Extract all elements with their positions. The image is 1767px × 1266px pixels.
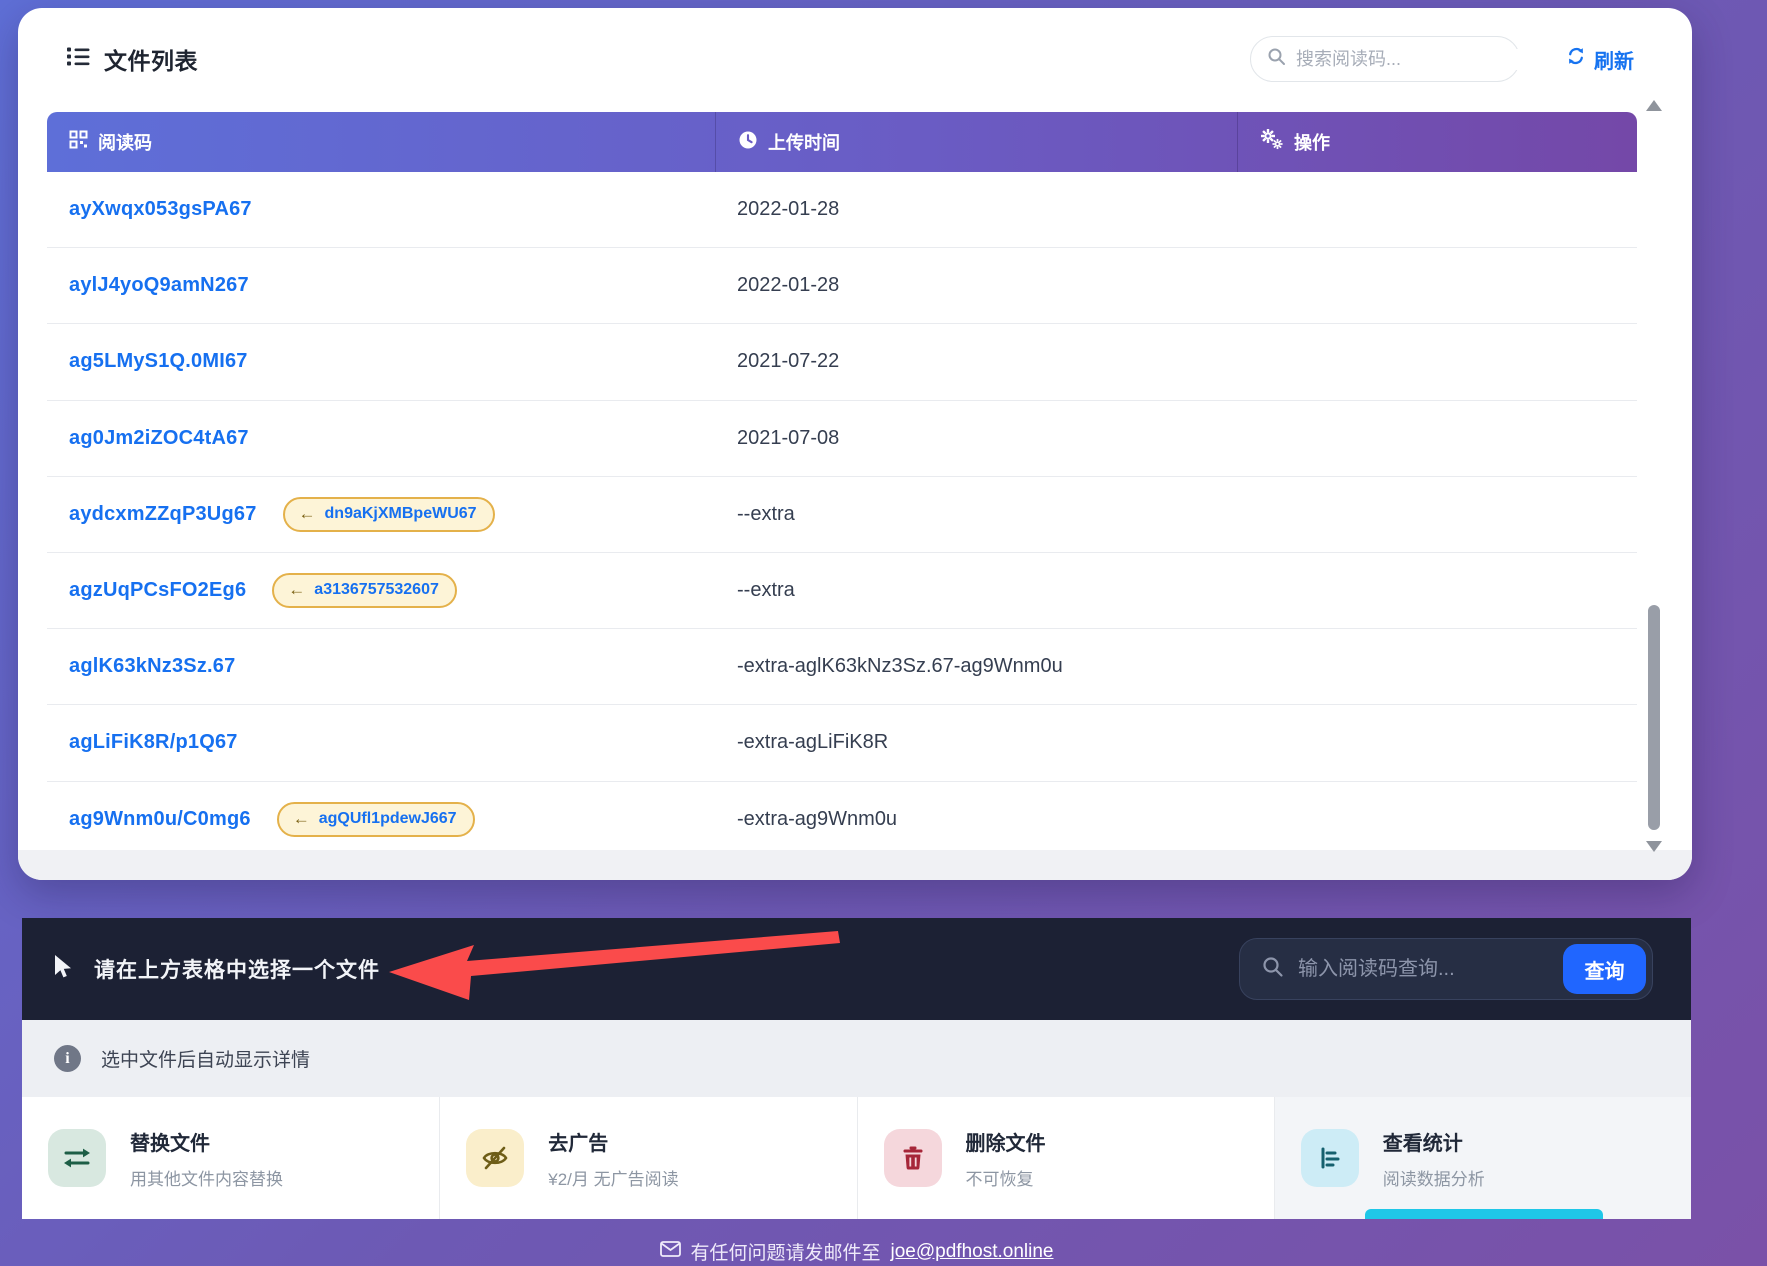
col-label-time: 上传时间 xyxy=(768,129,840,155)
left-arrow-icon: ← xyxy=(299,504,316,524)
upload-time: 2021-07-22 xyxy=(737,350,839,373)
scrollbar-thumb[interactable] xyxy=(1648,605,1660,830)
alias-code: agQUfl1pdewJ667 xyxy=(319,810,457,828)
table-row[interactable]: agzUqPCsFO2Eg6 ← a3136757532607 --extra xyxy=(47,553,1637,629)
upload-time: -extra-agLiFiK8R xyxy=(737,731,888,754)
table-body: ayXwqx053gsPA672022-01-28aylJ4yoQ9amN267… xyxy=(47,172,1637,858)
upload-time: -extra-aglK63kNz3Sz.67-ag9Wnm0u xyxy=(737,655,1063,678)
clock-icon xyxy=(738,130,758,155)
action-replace-file[interactable]: 替换文件 用其他文件内容替换 xyxy=(22,1097,439,1219)
list-icon xyxy=(65,43,92,75)
bar-chart-icon xyxy=(1301,1129,1359,1187)
info-icon: i xyxy=(54,1045,81,1072)
query-button[interactable]: 查询 xyxy=(1563,944,1646,994)
query-pill: 查询 xyxy=(1239,938,1653,1000)
eye-off-icon xyxy=(466,1129,524,1187)
table-row[interactable]: ag0Jm2iZOC4tA67 2021-07-08 xyxy=(47,401,1637,477)
search-icon xyxy=(1262,956,1284,983)
refresh-label: 刷新 xyxy=(1594,45,1634,74)
trash-icon xyxy=(884,1129,942,1187)
upload-time: -extra-ag9Wnm0u xyxy=(737,808,897,831)
page-title: 文件列表 xyxy=(104,42,198,76)
selection-prompt-bar: 请在上方表格中选择一个文件 查询 xyxy=(22,918,1691,1020)
action-title: 去广告 xyxy=(548,1127,678,1156)
card-bottom-strip xyxy=(18,850,1692,880)
envelope-icon xyxy=(660,1241,681,1263)
table-row[interactable]: aylJ4yoQ9amN267 2022-01-28 xyxy=(47,248,1637,324)
action-subtitle: 不可恢复 xyxy=(966,1165,1046,1190)
table-row[interactable]: ag5LMyS1Q.0MI67 2021-07-22 xyxy=(47,324,1637,400)
card-header: 文件列表 xyxy=(18,8,1692,82)
alias-badge: ← agQUfl1pdewJ667 xyxy=(277,802,475,837)
search-readcode-input[interactable] xyxy=(1296,49,1528,70)
alias-code: dn9aKjXMBpeWU67 xyxy=(325,505,477,523)
info-bar: i 选中文件后自动显示详情 xyxy=(22,1020,1691,1097)
read-code-link[interactable]: agLiFiK8R/p1Q67 xyxy=(69,731,238,754)
action-subtitle: 用其他文件内容替换 xyxy=(130,1165,283,1190)
action-view-stats[interactable]: 查看统计 阅读数据分析 xyxy=(1274,1097,1691,1219)
table-scrollbar[interactable] xyxy=(1644,100,1664,852)
action-title: 查看统计 xyxy=(1383,1127,1485,1156)
file-list-card: 文件列表 xyxy=(18,8,1692,880)
action-subtitle: 阅读数据分析 xyxy=(1383,1165,1485,1190)
refresh-icon xyxy=(1566,46,1586,72)
search-icon xyxy=(1267,47,1286,71)
table-row[interactable]: aydcxmZZqP3Ug67 ← dn9aKjXMBpeWU67 --extra xyxy=(47,477,1637,553)
alias-code: a3136757532607 xyxy=(314,581,439,599)
read-code-link[interactable]: aylJ4yoQ9amN267 xyxy=(69,274,249,297)
table-row[interactable]: ayXwqx053gsPA67 2022-01-28 xyxy=(47,172,1637,248)
search-pill xyxy=(1250,36,1520,82)
swap-icon xyxy=(48,1129,106,1187)
gears-icon xyxy=(1260,129,1284,156)
left-arrow-icon: ← xyxy=(288,580,305,600)
scroll-down-arrow-icon[interactable] xyxy=(1646,841,1662,852)
read-code-link[interactable]: aglK63kNz3Sz.67 xyxy=(69,655,235,678)
alias-badge: ← dn9aKjXMBpeWU67 xyxy=(283,497,495,532)
scroll-up-arrow-icon[interactable] xyxy=(1646,100,1662,111)
footer-message: 有任何问题请发邮件至 xyxy=(691,1238,881,1265)
footer-email-link[interactable]: joe@pdfhost.online xyxy=(891,1241,1054,1263)
read-code-link[interactable]: aydcxmZZqP3Ug67 xyxy=(69,503,257,526)
info-message: 选中文件后自动显示详情 xyxy=(101,1045,310,1072)
upload-time: 2021-07-08 xyxy=(737,427,839,450)
read-code-link[interactable]: ag0Jm2iZOC4tA67 xyxy=(69,427,249,450)
refresh-button[interactable]: 刷新 xyxy=(1566,45,1634,74)
upload-time: 2022-01-28 xyxy=(737,198,839,221)
upload-time: --extra xyxy=(737,503,795,526)
footer: 有任何问题请发邮件至 joe@pdfhost.online xyxy=(22,1238,1691,1265)
bottom-panel: 请在上方表格中选择一个文件 查询 i 选中文件后自动显示详情 xyxy=(22,918,1691,1219)
table-row[interactable]: aglK63kNz3Sz.67 -extra-aglK63kNz3Sz.67-ag… xyxy=(47,629,1637,705)
read-code-link[interactable]: ayXwqx053gsPA67 xyxy=(69,198,252,221)
action-title: 删除文件 xyxy=(966,1127,1046,1156)
query-readcode-input[interactable] xyxy=(1298,958,1563,981)
col-label-code: 阅读码 xyxy=(98,129,152,155)
left-arrow-icon: ← xyxy=(293,809,310,829)
read-code-link[interactable]: ag9Wnm0u/C0mg6 xyxy=(69,808,251,831)
action-title: 替换文件 xyxy=(130,1127,283,1156)
table-row[interactable]: agLiFiK8R/p1Q67 -extra-agLiFiK8R xyxy=(47,705,1637,781)
actions-row: 替换文件 用其他文件内容替换 去广告 ¥2/月 无广告阅读 xyxy=(22,1097,1691,1219)
read-code-link[interactable]: ag5LMyS1Q.0MI67 xyxy=(69,350,248,373)
cursor-icon xyxy=(52,954,74,985)
action-remove-ads[interactable]: 去广告 ¥2/月 无广告阅读 xyxy=(439,1097,856,1219)
qr-code-icon xyxy=(69,130,88,154)
table-row[interactable]: ag9Wnm0u/C0mg6 ← agQUfl1pdewJ667 -extra-ag9… xyxy=(47,782,1637,858)
action-subtitle: ¥2/月 无广告阅读 xyxy=(548,1165,678,1190)
view-stats-button-partial[interactable] xyxy=(1365,1209,1603,1219)
table-header-row: 阅读码 上传时间 xyxy=(47,112,1637,172)
upload-time: 2022-01-28 xyxy=(737,274,839,297)
read-code-link[interactable]: agzUqPCsFO2Eg6 xyxy=(69,579,246,602)
col-label-op: 操作 xyxy=(1294,129,1330,155)
file-table: 阅读码 上传时间 xyxy=(47,112,1637,858)
action-delete-file[interactable]: 删除文件 不可恢复 xyxy=(857,1097,1274,1219)
prompt-message: 请在上方表格中选择一个文件 xyxy=(94,954,380,984)
alias-badge: ← a3136757532607 xyxy=(272,573,457,608)
upload-time: --extra xyxy=(737,579,795,602)
